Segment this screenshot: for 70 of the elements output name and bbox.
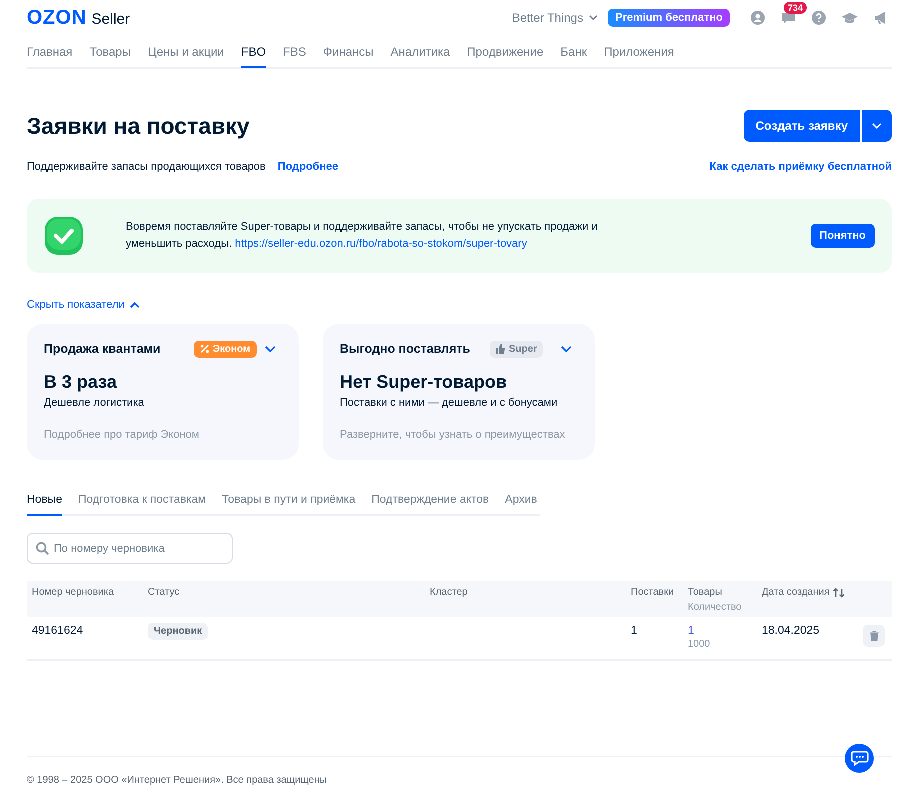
nav-tab[interactable]: Главная [27,37,73,68]
logo-wordmark[interactable]: OZON [27,6,87,30]
draft-number: 49161624 [32,625,84,637]
hide-indicators-toggle[interactable]: Скрыть показатели [27,299,140,311]
dropdown-button[interactable] [862,110,892,142]
premium-badge[interactable]: Premium бесплатно [608,9,730,27]
check-icon [44,216,84,256]
graduation-cap-icon[interactable] [842,12,858,24]
got-it-button[interactable]: Понятно [810,224,875,248]
status-tab[interactable]: Подготовка к поставкам [78,494,206,516]
nav-tab[interactable]: Приложения [604,37,674,68]
help-icon[interactable] [812,11,826,25]
card-title: Продажа квантами [44,342,162,356]
chevron-down-icon [589,15,598,21]
chevron-up-icon [130,302,140,308]
banner-text: Вовремя поставляйте Super-товары и поддерживайте запасы, чтобы не упускать продажи и уменьшить расходы. https://seller-edu.ozon.ru/fbo/rabota-so-stokom/super-tovary [126,220,599,252]
chat-support-button[interactable] [845,744,874,773]
column-header: Статус [148,587,180,598]
notification-count: 734 [784,2,808,14]
card-headline: Нет Super-товаров [340,372,508,393]
nav-tab[interactable]: FBS [283,37,306,68]
search-field[interactable]: По номеру черновика [27,533,233,564]
banner-link[interactable]: https://seller-edu.ozon.ru/fbo/rabota-so-stokom/super-tovary [235,238,528,250]
column-subheader: Количество [688,602,743,613]
chat-icon[interactable] [781,11,796,25]
logo-subtitle: Seller [92,10,130,28]
create-request-button[interactable]: Создать заявку [744,110,860,142]
card-headline: В 3 раза [44,372,118,393]
copyright-text: © 1998 – 2025 ООО «Интернет Решения». Все права защищены [27,775,328,786]
nav-tab[interactable]: Финансы [323,37,374,68]
status-tab[interactable]: Архив [505,494,538,516]
card-subtitle: Поставки с ними — дешевле и с бонусами [340,397,559,409]
column-header: Поставки [631,587,674,598]
tariff-badge: Эконом [194,340,257,358]
nav-tab[interactable]: Товары [90,37,131,68]
chevron-down-icon[interactable] [265,346,276,352]
status-tab[interactable]: Подтверждение актов [372,494,490,516]
tariff-badge: Super [490,340,544,358]
page-subtitle: Поддерживайте запасы продающихся товаров [27,161,266,173]
goods-link[interactable]: 1 [688,625,757,637]
quantity-text: 1000 [688,639,712,650]
nav-tab[interactable]: FBO [241,37,266,68]
account-switcher[interactable]: Better Things [512,11,598,25]
card-hint: Разверните, чтобы узнать о преимуществах [340,429,566,441]
creation-date: 18.04.2025 [762,625,820,637]
supplies-count: 1 [631,625,638,637]
nav-tab[interactable]: Цены и акции [148,37,224,68]
trash-icon [870,631,878,641]
chevron-down-icon [872,123,882,129]
column-header: Кластер [430,587,468,598]
profile-icon[interactable] [751,11,765,25]
status-tab[interactable]: Новые [27,494,62,516]
nav-tab[interactable]: Банк [560,37,588,68]
chevron-down-icon[interactable] [561,346,572,352]
nav-tab[interactable]: Аналитика [390,37,450,68]
delete-button[interactable] [863,625,885,647]
chat-icon [850,750,868,767]
card-subtitle: Дешевле логистика [44,397,146,409]
more-link[interactable]: Подробнее [278,161,338,173]
card-title: Выгодно поставлять [340,342,472,356]
column-header: Номер черновика [32,587,114,598]
nav-tab[interactable]: Продвижение [467,37,544,68]
page-title: Заявки на поставку [27,112,250,140]
status-tag: Черновик [148,623,208,640]
free-acceptance-link[interactable]: Как сделать приёмку бесплатной [710,161,892,173]
status-tab[interactable]: Товары в пути и приёмка [222,494,356,516]
column-header: Дата создания [762,587,830,598]
sort-icon[interactable] [832,588,845,598]
card-hint: Подробнее про тариф Эконом [44,429,200,441]
column-header: Товары [688,587,722,598]
